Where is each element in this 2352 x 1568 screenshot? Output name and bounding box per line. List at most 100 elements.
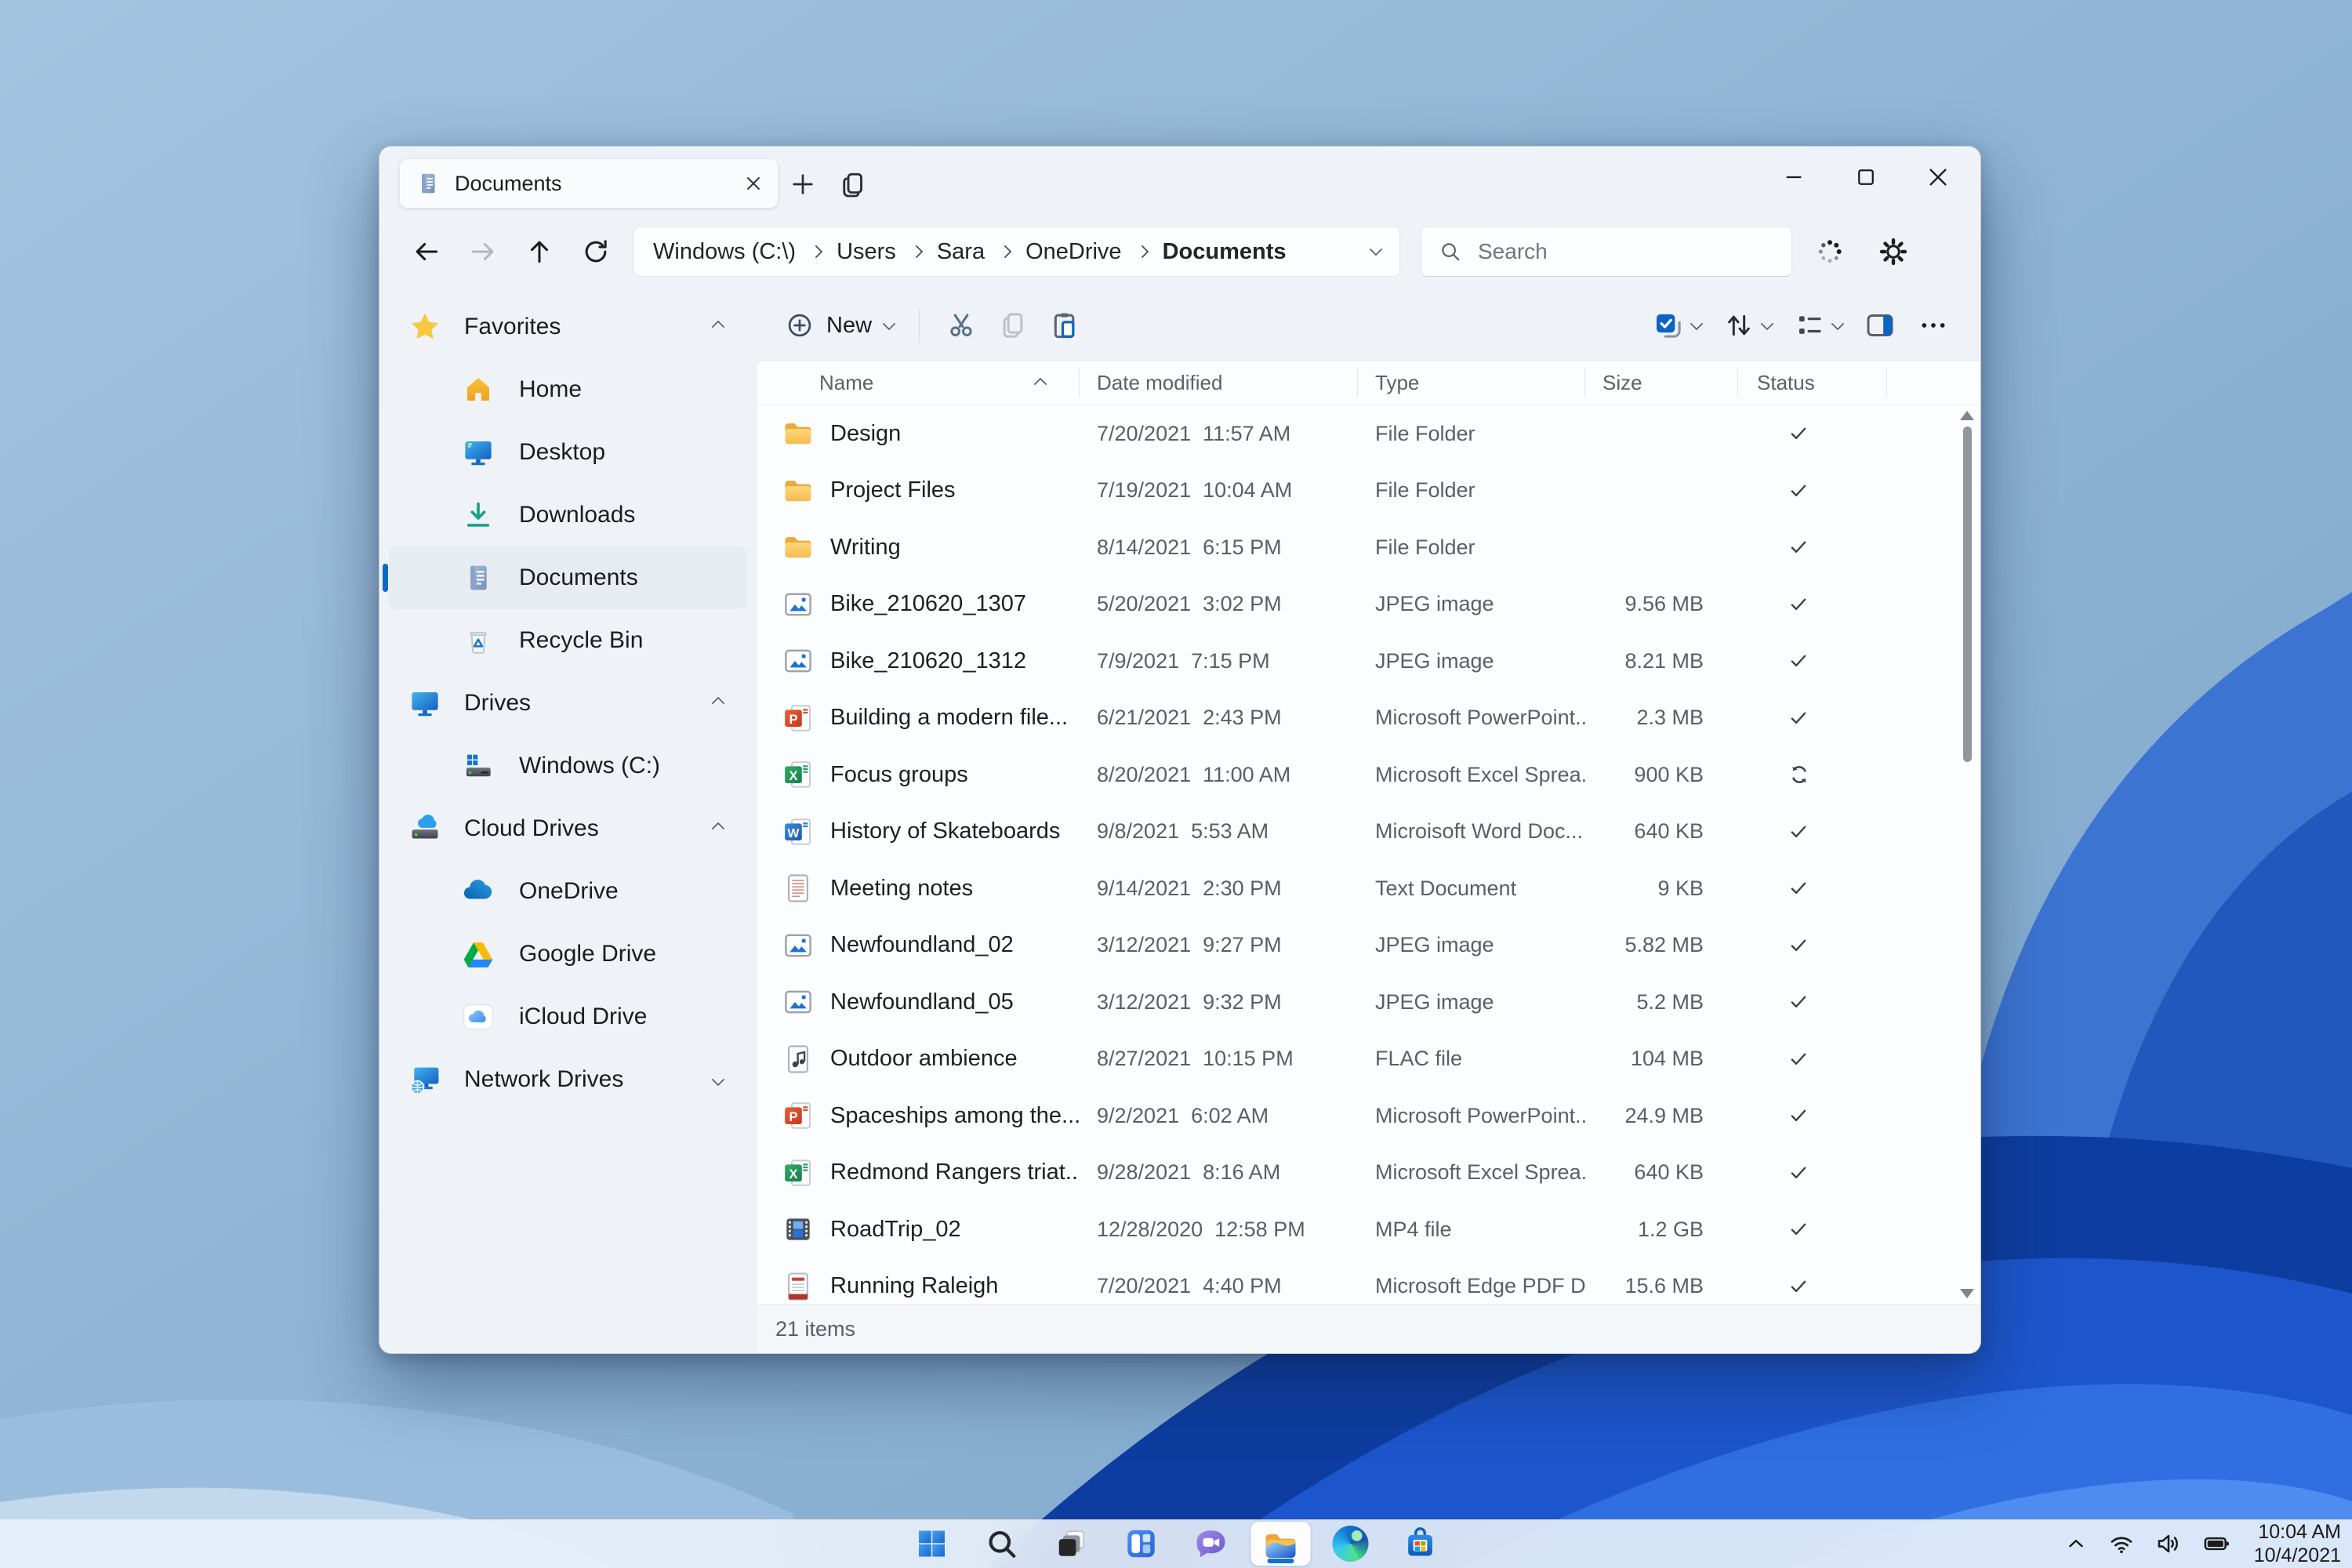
sync-progress-icon[interactable] bbox=[1816, 238, 1844, 266]
file-name: Running Raleigh bbox=[830, 1273, 999, 1299]
file-row[interactable]: Newfoundland_02 3/12/2021 9:27 PM JPEG ima… bbox=[757, 917, 1980, 975]
sidebar-section-cloud-drives[interactable]: Cloud Drives bbox=[389, 797, 746, 860]
taskbar-store-button[interactable] bbox=[1391, 1522, 1450, 1566]
chevron-up-icon[interactable] bbox=[711, 822, 725, 836]
audio-file-icon bbox=[780, 1042, 816, 1076]
search-box[interactable] bbox=[1421, 227, 1792, 277]
title-bar[interactable]: Documents bbox=[379, 147, 1980, 212]
file-row[interactable]: Outdoor ambience 8/27/2021 10:15 PM FLAC f… bbox=[757, 1031, 1980, 1088]
breadcrumb-segment[interactable]: Users bbox=[837, 239, 896, 265]
new-tab-button[interactable] bbox=[778, 161, 828, 208]
sidebar-item-label: iCloud Drive bbox=[519, 1004, 648, 1029]
tab-list-icon[interactable] bbox=[828, 161, 878, 208]
chevron-up-icon[interactable] bbox=[711, 320, 725, 334]
file-row[interactable]: Running Raleigh 7/20/2021 4:40 PM Microsof… bbox=[757, 1258, 1980, 1305]
file-row[interactable]: Writing 8/14/2021 6:15 PM File Folder bbox=[757, 519, 1980, 576]
column-header-status[interactable]: Status bbox=[1738, 361, 1887, 405]
sidebar-section-label: Cloud Drives bbox=[464, 815, 599, 841]
volume-icon[interactable] bbox=[2155, 1530, 2182, 1557]
battery-icon[interactable] bbox=[2202, 1530, 2230, 1558]
taskbar-chat-button[interactable] bbox=[1181, 1522, 1241, 1566]
sidebar-section-drives[interactable]: Drives bbox=[389, 672, 746, 735]
breadcrumb-segment[interactable]: OneDrive bbox=[1025, 239, 1122, 265]
more-options-button[interactable] bbox=[1907, 310, 1960, 341]
scrollbar-thumb[interactable] bbox=[1962, 426, 1972, 762]
refresh-button[interactable] bbox=[568, 226, 624, 278]
settings-gear-icon[interactable] bbox=[1878, 237, 1908, 267]
tab-close-icon[interactable] bbox=[742, 172, 765, 195]
sidebar-section-network-drives[interactable]: Network Drives bbox=[389, 1048, 746, 1111]
synced-check-icon bbox=[1738, 934, 1887, 957]
column-header-date-modified[interactable]: Date modified bbox=[1080, 361, 1358, 405]
file-row[interactable]: W History of Skateboards 9/8/2021 5:53 AM M… bbox=[757, 804, 1980, 861]
taskbar-clock[interactable]: 10:04 AM 10/4/2021 bbox=[2254, 1520, 2341, 1567]
back-button[interactable] bbox=[398, 226, 455, 278]
file-row[interactable]: Bike_210620_1312 7/9/2021 7:15 PM JPEG ima… bbox=[757, 633, 1980, 690]
column-header-name[interactable]: Name bbox=[757, 361, 1080, 405]
breadcrumb-segment[interactable]: Documents bbox=[1163, 239, 1287, 265]
chevron-up-icon[interactable] bbox=[711, 696, 725, 710]
sidebar-section-label: Favorites bbox=[464, 314, 561, 339]
file-row[interactable]: Design 7/20/2021 11:57 AM File Folder bbox=[757, 405, 1980, 463]
up-button[interactable] bbox=[511, 226, 568, 278]
file-row[interactable]: Meeting notes 9/14/2021 2:30 PM Text Docum… bbox=[757, 860, 1980, 917]
sort-button[interactable] bbox=[1712, 310, 1783, 341]
sidebar-item-downloads[interactable]: Downloads bbox=[389, 484, 746, 546]
maximize-button[interactable] bbox=[1830, 151, 1902, 203]
taskbar-edge-button[interactable] bbox=[1321, 1522, 1381, 1566]
sidebar-section-favorites[interactable]: Favorites bbox=[389, 296, 746, 358]
file-row[interactable]: Project Files 7/19/2021 10:04 AM File Fold… bbox=[757, 463, 1980, 520]
hidden-icons-chevron-icon[interactable] bbox=[2064, 1532, 2088, 1555]
file-row[interactable]: RoadTrip_02 12/28/2020 12:58 PM MP4 file 1.… bbox=[757, 1201, 1980, 1258]
sidebar-item-home[interactable]: Home bbox=[389, 358, 746, 421]
explorer-tab[interactable]: Documents bbox=[400, 159, 778, 208]
vertical-scrollbar[interactable] bbox=[1958, 411, 1976, 1298]
paste-button[interactable] bbox=[1039, 303, 1091, 348]
cut-button[interactable] bbox=[935, 303, 987, 348]
sidebar-item-onedrive[interactable]: OneDrive bbox=[389, 860, 746, 923]
breadcrumb-segment[interactable]: Sara bbox=[937, 239, 985, 265]
taskbar-widgets-button[interactable] bbox=[1112, 1522, 1171, 1566]
forward-button[interactable] bbox=[455, 226, 511, 278]
details-pane-button[interactable] bbox=[1853, 310, 1907, 341]
chevron-down-icon bbox=[1690, 317, 1704, 331]
sidebar-item-icloud-drive[interactable]: iCloud Drive bbox=[389, 985, 746, 1048]
file-row[interactable]: Newfoundland_05 3/12/2021 9:32 PM JPEG ima… bbox=[757, 974, 1980, 1031]
file-row[interactable]: X Redmond Rangers triat... 9/28/2021 8:16 … bbox=[757, 1145, 1980, 1202]
sidebar-item-google-drive[interactable]: Google Drive bbox=[389, 923, 746, 985]
file-date-modified: 8/27/2021 10:15 PM bbox=[1097, 1047, 1294, 1071]
taskbar-file-explorer-button[interactable] bbox=[1250, 1522, 1311, 1566]
search-input[interactable] bbox=[1476, 238, 1774, 265]
breadcrumb-dropdown-icon[interactable] bbox=[1369, 242, 1383, 256]
taskbar-task-view-button[interactable] bbox=[1042, 1522, 1102, 1566]
wifi-icon[interactable] bbox=[2108, 1530, 2135, 1557]
chevron-down-icon[interactable] bbox=[711, 1073, 725, 1087]
breadcrumb[interactable]: Windows (C:\) Users Sara OneDrive Documents bbox=[633, 227, 1400, 277]
sidebar-item-recycle-bin[interactable]: Recycle Bin bbox=[389, 609, 746, 672]
close-button[interactable] bbox=[1902, 151, 1974, 203]
minimize-button[interactable] bbox=[1758, 151, 1830, 203]
file-row[interactable]: P Building a modern file... 6/21/2021 2:43… bbox=[757, 690, 1980, 747]
scrollbar-down-arrow[interactable] bbox=[1960, 1289, 1974, 1298]
address-bar: Windows (C:\) Users Sara OneDrive Documents bbox=[379, 212, 1980, 291]
tab-title: Documents bbox=[455, 171, 562, 195]
file-row[interactable]: P Spaceships among the... 9/2/2021 6:02 AM… bbox=[757, 1087, 1980, 1145]
file-row[interactable]: X Focus groups 8/20/2021 11:00 AM Microsoft… bbox=[757, 746, 1980, 804]
view-button[interactable] bbox=[1783, 310, 1853, 341]
column-header-type[interactable]: Type bbox=[1358, 361, 1585, 405]
sidebar-item-desktop[interactable]: Desktop bbox=[389, 421, 746, 484]
command-toolbar: New bbox=[756, 291, 1980, 360]
taskbar-start-button[interactable] bbox=[902, 1522, 962, 1566]
select-all-button[interactable] bbox=[1642, 310, 1712, 341]
file-row[interactable]: Bike_210620_1307 5/20/2021 3:02 PM JPEG im… bbox=[757, 576, 1980, 633]
sidebar-item-windows-c-[interactable]: Windows (C:) bbox=[389, 735, 746, 797]
sidebar-item-documents[interactable]: Documents bbox=[383, 546, 746, 609]
new-button[interactable]: New bbox=[776, 311, 903, 339]
taskbar-search-button[interactable] bbox=[972, 1522, 1032, 1566]
file-type: Microsoft Excel Sprea... bbox=[1375, 1160, 1585, 1185]
breadcrumb-segment[interactable]: Windows (C:\) bbox=[653, 239, 796, 265]
copy-button[interactable] bbox=[987, 303, 1039, 348]
scrollbar-up-arrow[interactable] bbox=[1960, 411, 1974, 420]
column-header-size[interactable]: Size bbox=[1585, 361, 1738, 405]
file-name: Writing bbox=[830, 534, 901, 560]
